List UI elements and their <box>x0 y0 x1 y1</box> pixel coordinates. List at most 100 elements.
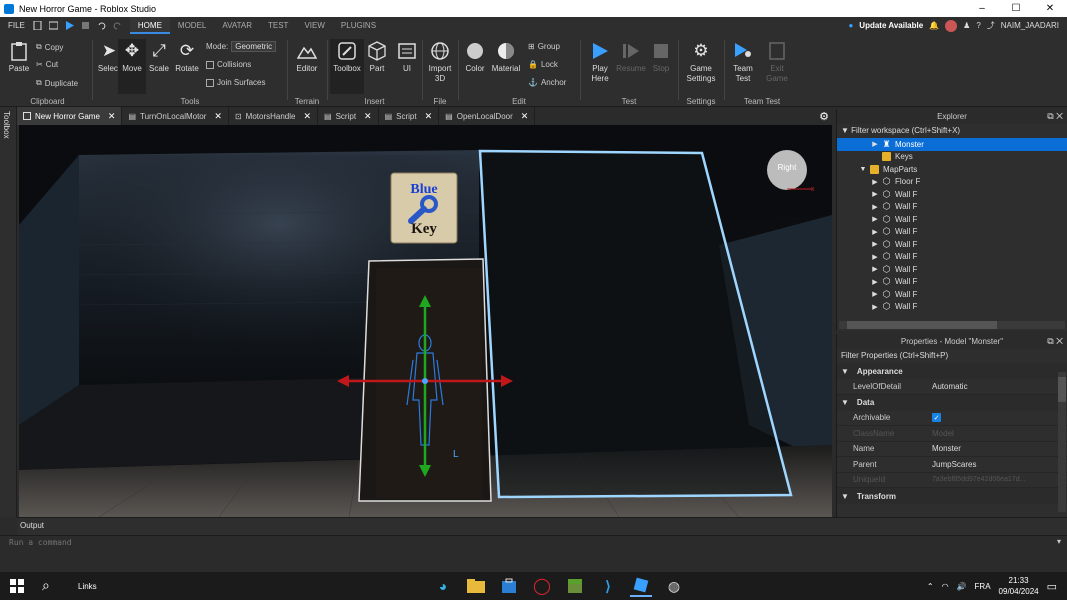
collisions-checkbox[interactable] <box>206 60 214 69</box>
open-file-icon[interactable] <box>48 21 59 30</box>
ui-button[interactable]: UI <box>390 39 424 73</box>
tab-motorshandle[interactable]: ⊡ MotorsHandle ✕ <box>229 107 319 125</box>
property-row[interactable]: Name Monster <box>837 442 1067 457</box>
expand-arrow-icon[interactable]: ▶ <box>871 215 879 223</box>
expand-arrow-icon[interactable]: ▶ <box>871 265 879 273</box>
scale-button[interactable]: ⤢ Scale <box>145 39 173 73</box>
expand-arrow-icon[interactable]: ▶ <box>871 178 879 186</box>
tab-new-horror-game[interactable]: New Horror Game ✕ <box>17 107 123 125</box>
team-test-button[interactable]: Team Test <box>726 39 760 84</box>
expand-arrow-icon[interactable]: ▶ <box>871 140 879 148</box>
play-icon[interactable] <box>65 21 74 30</box>
explorer-item[interactable]: ▶ ⬡ Wall F <box>837 288 1067 301</box>
cut-button[interactable]: ✂ Cut <box>36 60 58 69</box>
close-tab-icon[interactable]: ✕ <box>364 111 372 122</box>
tab-turnonlocalmotor[interactable]: ▤ TurnOnLocalMotor ✕ <box>122 107 229 125</box>
expand-arrow-icon[interactable]: ▼ <box>859 166 867 173</box>
property-row[interactable]: Archivable ✓ <box>837 411 1067 426</box>
resume-button[interactable]: Resume <box>614 39 648 73</box>
explorer-item[interactable]: ▶ ⬡ Wall F <box>837 188 1067 201</box>
minecraft-icon[interactable] <box>564 575 586 597</box>
tab-openlocaldoor[interactable]: ▤ OpenLocalDoor ✕ <box>439 107 536 125</box>
explorer-item[interactable]: ▶ ⬡ Wall F <box>837 301 1067 314</box>
explorer-item[interactable]: ▶ ⬡ Wall F <box>837 238 1067 251</box>
explorer-item[interactable]: ▼ MapParts <box>837 163 1067 176</box>
join-surfaces-toggle[interactable]: Join Surfaces <box>206 78 265 87</box>
explorer-horizontal-scrollbar[interactable] <box>839 321 1065 329</box>
output-panel-tab[interactable]: Output <box>17 517 1067 535</box>
properties-filter-input[interactable]: Filter Properties (Ctrl+Shift+P) <box>837 349 1067 363</box>
3d-viewport[interactable]: Blue Key L Right x <box>19 125 832 517</box>
tab-script-2[interactable]: ▤ Script ✕ <box>379 107 440 125</box>
explorer-item[interactable]: ▶ ⬡ Wall F <box>837 263 1067 276</box>
taskbar-search-box[interactable]: Links <box>70 574 370 598</box>
expand-arrow-icon[interactable]: ▶ <box>871 290 879 298</box>
explorer-item[interactable]: ▶ ⬡ Wall F <box>837 276 1067 289</box>
expand-arrow-icon[interactable]: ▶ <box>871 228 879 236</box>
tab-test[interactable]: TEST <box>260 17 296 34</box>
group-button[interactable]: ⊞ Group <box>528 42 560 51</box>
expand-arrow-icon[interactable]: ▶ <box>871 303 879 311</box>
toolbox-button[interactable]: Toolbox <box>330 39 364 94</box>
properties-window-controls[interactable]: ⧉ ✕ <box>1047 334 1063 349</box>
tab-script-1[interactable]: ▤ Script ✕ <box>318 107 379 125</box>
property-value[interactable]: Automatic <box>932 382 968 391</box>
close-tab-icon[interactable]: ✕ <box>303 111 311 122</box>
file-menu[interactable]: FILE <box>0 21 33 30</box>
game-settings-button[interactable]: ⚙ Game Settings <box>684 39 718 84</box>
explorer-item[interactable]: ▶ ⬡ Wall F <box>837 226 1067 239</box>
undo-icon[interactable] <box>97 21 106 30</box>
language-indicator[interactable]: FRA <box>975 582 991 591</box>
copy-button[interactable]: ⧉ Copy <box>36 42 63 52</box>
volume-icon[interactable]: 🔊 <box>957 582 967 591</box>
join-surfaces-checkbox[interactable] <box>206 78 214 87</box>
new-file-icon[interactable] <box>33 20 42 31</box>
edge-icon[interactable]: ◕ <box>432 575 454 597</box>
command-input[interactable] <box>0 536 700 549</box>
mode-dropdown[interactable]: Geometric <box>231 41 277 52</box>
stop-icon[interactable] <box>81 21 90 30</box>
search-icon[interactable]: ⌕ <box>42 577 50 594</box>
viewport-settings-gear-icon[interactable]: ⚙ <box>819 110 829 123</box>
tab-home[interactable]: HOME <box>129 17 170 34</box>
output-label[interactable]: Output <box>17 521 44 530</box>
property-value[interactable]: JumpScares <box>932 460 976 469</box>
share-icon[interactable]: ⤴ <box>987 20 995 31</box>
people-icon[interactable]: ♟ <box>963 21 970 30</box>
avatar[interactable] <box>945 19 958 32</box>
section-appearance[interactable]: ▼ Appearance <box>837 363 1067 379</box>
explorer-item[interactable]: ▶ ⬡ Wall F <box>837 201 1067 214</box>
property-row[interactable]: Parent JumpScares <box>837 457 1067 473</box>
update-available-link[interactable]: Update Available <box>859 21 923 30</box>
terrain-editor-button[interactable]: Editor <box>290 39 324 73</box>
expand-arrow-icon[interactable]: ▶ <box>871 278 879 286</box>
tab-model[interactable]: MODEL <box>170 17 214 34</box>
stop-button[interactable]: Stop <box>644 39 678 73</box>
close-tab-icon[interactable]: ✕ <box>521 111 529 122</box>
property-row[interactable]: LevelOfDetail Automatic <box>837 379 1067 395</box>
close-tab-icon[interactable]: ✕ <box>214 111 222 122</box>
close-tab-icon[interactable]: ✕ <box>425 111 433 122</box>
part-button[interactable]: Part <box>360 39 394 73</box>
file-explorer-icon[interactable] <box>465 575 487 597</box>
expand-arrow-icon[interactable]: ▶ <box>871 240 879 248</box>
close-button[interactable]: ✕ <box>1033 0 1067 17</box>
material-button[interactable]: Material <box>488 39 524 73</box>
wifi-icon[interactable]: ◠ <box>942 582 949 591</box>
lock-button[interactable]: 🔒 Lock <box>528 60 558 69</box>
opera-icon[interactable]: ◯ <box>531 575 553 597</box>
expand-arrow-icon[interactable]: ▶ <box>871 253 879 261</box>
explorer-item[interactable]: ▶ ⬡ Wall F <box>837 213 1067 226</box>
tab-view[interactable]: VIEW <box>296 17 332 34</box>
explorer-item[interactable]: ▶ ⬡ Floor F <box>837 176 1067 189</box>
redo-icon[interactable] <box>113 21 122 30</box>
store-icon[interactable] <box>498 575 520 597</box>
roblox-studio-taskbar-icon[interactable] <box>630 575 652 597</box>
section-transform[interactable]: ▼ Transform <box>837 488 1067 504</box>
notifications-icon[interactable]: 🔔 <box>929 21 939 30</box>
section-data[interactable]: ▼ Data <box>837 394 1067 411</box>
username-label[interactable]: NAIM_JAADARI <box>1001 21 1059 30</box>
clock[interactable]: 21:33 09/04/2024 <box>999 575 1039 597</box>
paste-button[interactable]: Paste <box>2 39 36 73</box>
help-icon[interactable]: ? <box>976 21 980 30</box>
